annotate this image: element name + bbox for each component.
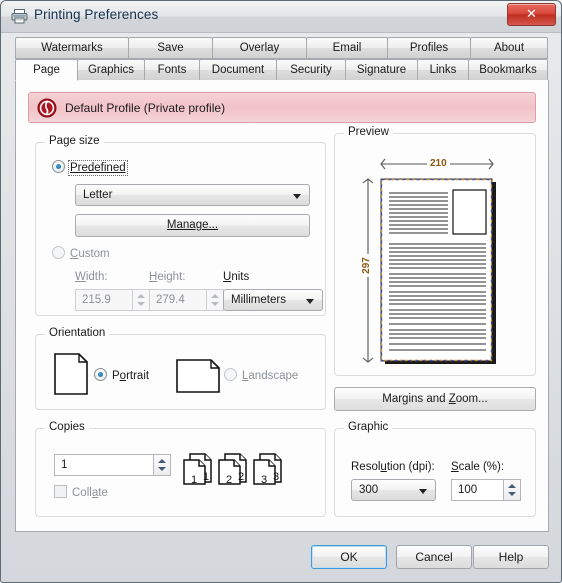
predefined-radio-row[interactable]: Predefined [52, 160, 128, 176]
page-size-combo[interactable]: Letter [75, 184, 310, 206]
tab-graphics[interactable]: Graphics [77, 59, 145, 81]
custom-radio[interactable] [52, 246, 65, 259]
custom-radio-row[interactable]: Custom [52, 246, 110, 260]
units-label: Units [223, 271, 250, 283]
tab-row-top: Watermarks Save Overlay Email Profiles A… [15, 37, 549, 59]
svg-text:2: 2 [226, 474, 232, 486]
graphic-group-title: Graphic [344, 421, 393, 433]
tab-bar: Watermarks Save Overlay Email Profiles A… [15, 37, 549, 81]
printing-preferences-window: Printing Preferences ✕ Watermarks Save O… [0, 0, 562, 583]
copies-stepper[interactable] [154, 454, 171, 476]
tab-about[interactable]: About [470, 37, 548, 59]
resolution-label: Resolution (dpi): [351, 461, 435, 473]
stepper-down-icon[interactable] [137, 302, 145, 306]
page-size-group-title: Page size [45, 135, 104, 147]
collate-label: Collate [72, 487, 108, 499]
preview-height-dimension: 297 [360, 254, 372, 277]
stepper-down-icon[interactable] [211, 302, 219, 306]
copies-stack-icons: 11 22 33 [180, 451, 290, 490]
tab-security[interactable]: Security [276, 59, 346, 81]
ok-button[interactable]: OK [311, 545, 387, 569]
portrait-radio-row[interactable]: Portrait [94, 368, 149, 382]
copies-group: Copies 1 Collate 1 1 2 2 3 3 [35, 421, 326, 517]
tab-links[interactable]: Links [417, 59, 469, 81]
tab-signature[interactable]: Signature [345, 59, 418, 81]
stepper-down-icon[interactable] [158, 467, 166, 471]
profile-label: Default Profile (Private profile) [65, 101, 226, 115]
page-size-group: Page size Predefined Letter Manage... Cu… [35, 135, 326, 316]
svg-text:2: 2 [238, 471, 244, 483]
copies-group-title: Copies [45, 421, 89, 433]
stepper-down-icon[interactable] [508, 492, 516, 496]
tab-page[interactable]: Page [15, 59, 78, 81]
custom-label: Custom [70, 248, 110, 260]
scale-stepper[interactable] [504, 479, 521, 501]
tab-overlay[interactable]: Overlay [212, 37, 307, 59]
landscape-radio[interactable] [224, 368, 237, 381]
chevron-down-icon [293, 194, 301, 199]
margins-and-zoom-button[interactable]: Margins and Zoom... [334, 387, 536, 411]
orientation-group-title: Orientation [45, 327, 110, 339]
width-input[interactable]: 215.9 [75, 289, 133, 311]
page-tab-panel: Default Profile (Private profile) Page s… [15, 80, 549, 532]
portrait-radio[interactable] [94, 368, 107, 381]
graphic-group: Graphic Resolution (dpi): 300 Scale (%):… [334, 421, 536, 517]
window-title: Printing Preferences [34, 7, 159, 22]
tab-bookmarks[interactable]: Bookmarks [468, 59, 548, 81]
preview-group: Preview 210 297 [334, 126, 536, 376]
tab-document[interactable]: Document [199, 59, 277, 81]
custom-label-rest: ustom [78, 248, 110, 260]
tab-save[interactable]: Save [128, 37, 213, 59]
svg-text:3: 3 [273, 471, 279, 483]
title-bar: Printing Preferences ✕ [1, 1, 561, 33]
stepper-up-icon[interactable] [137, 294, 145, 298]
scale-label: Scale (%): [451, 461, 505, 473]
manage-button[interactable]: Manage... [75, 214, 310, 237]
landscape-radio-row[interactable]: Landscape [224, 368, 298, 382]
tab-profiles[interactable]: Profiles [387, 37, 471, 59]
chevron-down-icon [419, 489, 427, 494]
stepper-up-icon[interactable] [158, 459, 166, 463]
orientation-group: Orientation Portrait Landscape [35, 327, 326, 410]
portrait-page-icon [54, 353, 88, 398]
predefined-radio[interactable] [52, 160, 65, 173]
collate-row[interactable]: Collate [54, 485, 108, 499]
resolution-combo-value: 300 [359, 484, 379, 496]
svg-text:3: 3 [261, 474, 267, 486]
page-size-combo-value: Letter [83, 189, 113, 201]
resolution-combo[interactable]: 300 [351, 479, 436, 501]
profile-badge-icon [37, 98, 57, 118]
scale-input[interactable]: 100 [451, 479, 504, 501]
svg-text:1: 1 [203, 471, 209, 483]
preview-width-dimension: 210 [427, 158, 450, 169]
tab-row-bottom: Page Graphics Fonts Document Security Si… [15, 59, 549, 81]
landscape-page-icon [176, 359, 220, 396]
copies-input[interactable]: 1 [54, 454, 154, 476]
tab-email[interactable]: Email [306, 37, 388, 59]
units-combo[interactable]: Millimeters [223, 289, 323, 311]
landscape-label: Landscape [242, 370, 299, 382]
height-input[interactable]: 279.4 [149, 289, 207, 311]
collate-checkbox[interactable] [54, 485, 67, 498]
units-combo-value: Millimeters [231, 294, 286, 306]
portrait-label: Portrait [112, 370, 150, 382]
help-button[interactable]: Help [473, 545, 549, 569]
tab-watermarks[interactable]: Watermarks [15, 37, 129, 59]
chevron-down-icon [306, 299, 314, 304]
printer-icon [11, 8, 28, 24]
height-label: Height: [149, 271, 186, 283]
tab-fonts[interactable]: Fonts [144, 59, 200, 81]
close-button[interactable]: ✕ [507, 3, 556, 26]
profile-banner[interactable]: Default Profile (Private profile) [28, 92, 536, 123]
width-stepper[interactable] [133, 289, 150, 311]
margins-and-zoom-label: Margins and Zoom... [382, 393, 488, 405]
manage-button-label: Manage... [166, 219, 219, 231]
cancel-button[interactable]: Cancel [396, 545, 472, 569]
stepper-up-icon[interactable] [508, 484, 516, 488]
stepper-up-icon[interactable] [211, 294, 219, 298]
predefined-label: Predefined [68, 160, 128, 176]
height-stepper[interactable] [207, 289, 224, 311]
width-label: Width: [75, 271, 108, 283]
svg-text:1: 1 [191, 474, 197, 486]
